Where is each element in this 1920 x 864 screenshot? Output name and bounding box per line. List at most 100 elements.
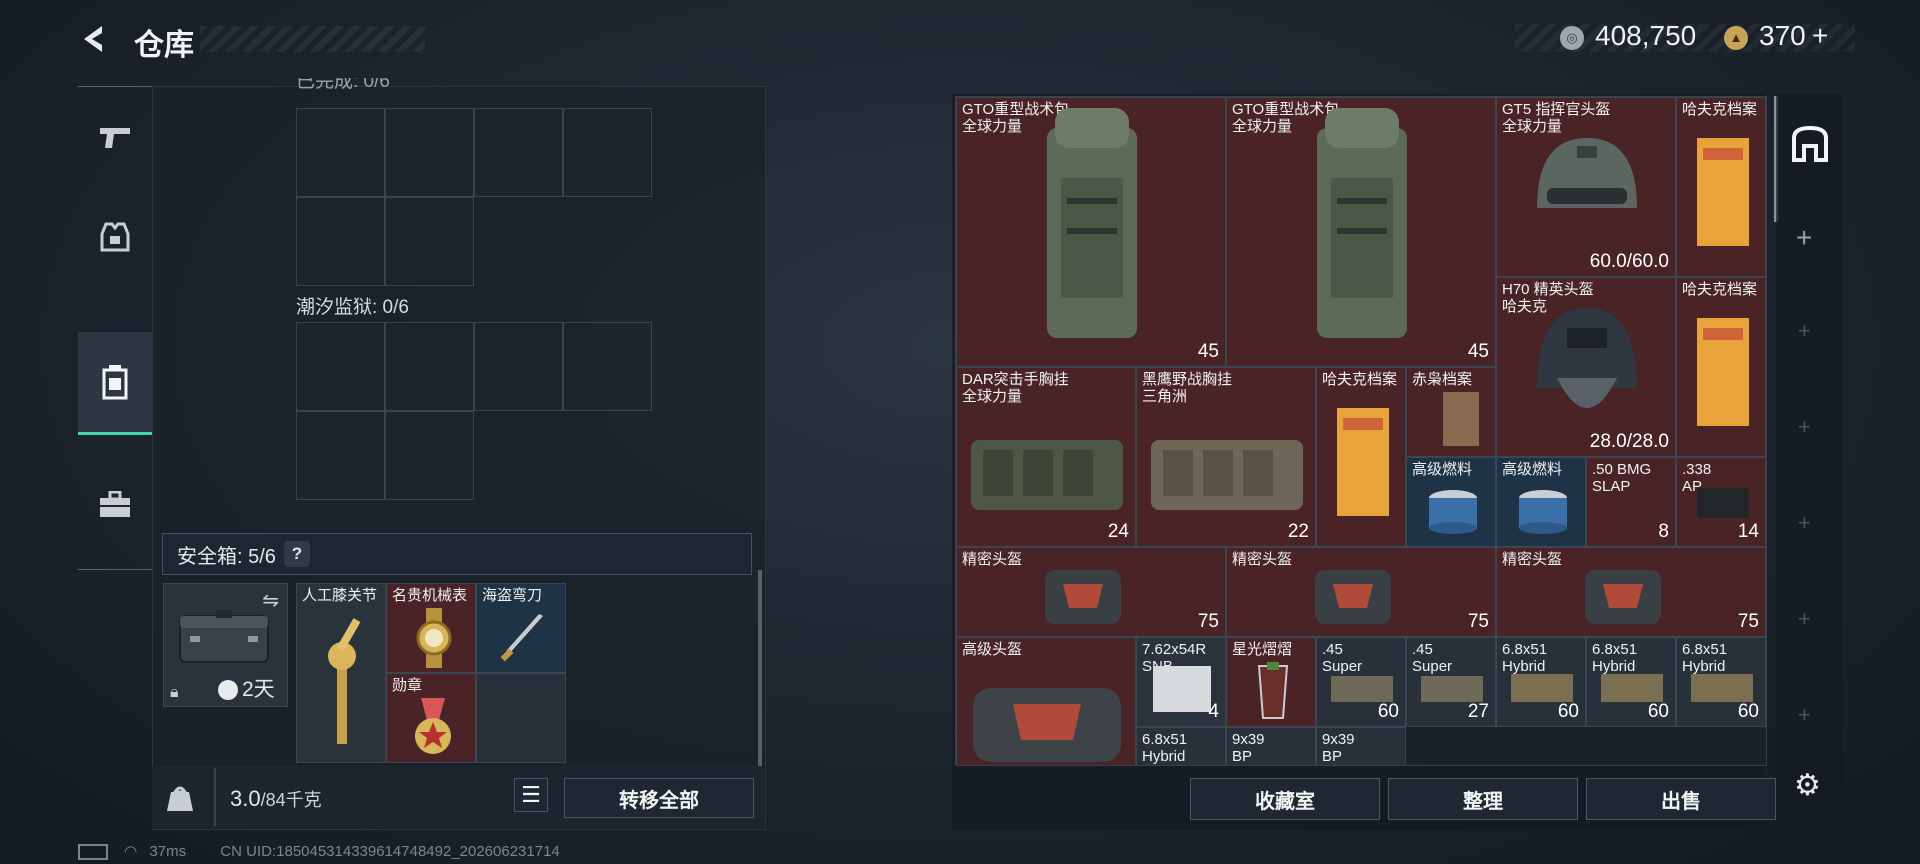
item-count: 60 xyxy=(1737,701,1759,722)
organize-button[interactable]: 整理 xyxy=(1388,778,1578,820)
item-count: 14 xyxy=(1737,521,1759,542)
container-icon xyxy=(101,364,129,400)
item-haavk-archive[interactable]: 哈夫克档案 xyxy=(1316,367,1406,547)
page-title: 仓库 xyxy=(134,29,194,62)
item-blackhawk-chest-rig[interactable]: 黑鹰野战胸挂 三角洲 22 xyxy=(1136,367,1316,547)
item-name: 精密头盔 xyxy=(1232,551,1293,568)
list-view-button[interactable]: ☰ xyxy=(514,778,548,812)
item-68x51-hybrid[interactable]: 6.8x51 Hybrid 60 xyxy=(1586,637,1676,727)
add-page-icon[interactable]: + xyxy=(1796,222,1812,254)
settings-gear-icon[interactable]: ⚙ xyxy=(1794,768,1821,803)
collection-room-button[interactable]: 收藏室 xyxy=(1190,778,1380,820)
item-advanced-fuel[interactable]: 高级燃料 xyxy=(1496,457,1586,547)
briefcase-icon xyxy=(98,491,132,519)
item-name: 人工膝关节 xyxy=(302,587,378,604)
swap-icon[interactable]: ⇋ xyxy=(262,588,279,613)
vest-icon xyxy=(100,220,130,254)
weight-icon xyxy=(166,784,194,812)
ping-text: 37ms xyxy=(149,843,187,860)
item-gto-backpack[interactable]: GTO重型战术包 全球力量 45 xyxy=(956,97,1226,367)
item-count: 60 xyxy=(1647,701,1669,722)
nav-weapons[interactable] xyxy=(78,87,152,187)
item-name: .45 Super xyxy=(1322,641,1363,675)
item-haavk-archive[interactable]: 哈夫克档案 xyxy=(1676,277,1766,457)
list-icon: ☰ xyxy=(521,782,541,807)
nav-case[interactable] xyxy=(78,455,152,555)
weight-value: 3.0 xyxy=(230,786,261,811)
item-name: 哈夫克档案 xyxy=(1682,281,1758,298)
item-advanced-fuel[interactable]: 高级燃料 xyxy=(1406,457,1496,547)
item-9x39-bp[interactable]: 9x39 BP xyxy=(1226,727,1316,765)
divider xyxy=(214,768,216,826)
item-name: 星光熠熠 xyxy=(1232,641,1293,658)
item-name: 名贵机械表 xyxy=(392,587,468,604)
item-9x39-bp[interactable]: 9x39 BP xyxy=(1316,727,1406,765)
item-45-super[interactable]: .45 Super 27 xyxy=(1406,637,1496,727)
item-pirate-sabre[interactable]: 海盗弯刀 xyxy=(476,583,566,673)
empty-page-icon: + xyxy=(1798,318,1811,343)
item-dar-chest-rig[interactable]: DAR突击手胸挂 全球力量 24 xyxy=(956,367,1136,547)
item-name: 黑鹰野战胸挂 三角洲 xyxy=(1142,371,1233,405)
safe-box-header: 安全箱: 5/6 ? xyxy=(162,533,752,575)
item-count: 60 xyxy=(1557,701,1579,722)
storage-grid-top xyxy=(296,108,656,308)
item-count: 27 xyxy=(1467,701,1489,722)
item-68x51-hybrid[interactable]: 6.8x51 Hybrid 60 xyxy=(1676,637,1766,727)
item-68x51-hybrid[interactable]: 6.8x51 Hybrid 60 xyxy=(1496,637,1586,727)
item-gto-backpack[interactable]: GTO重型战术包 全球力量 45 xyxy=(1226,97,1496,367)
durability: 60.0/60.0 xyxy=(1589,251,1669,272)
wifi-icon: ◠ xyxy=(124,843,138,860)
item-name: .45 Super xyxy=(1412,641,1453,675)
item-name: DAR突击手胸挂 全球力量 xyxy=(962,371,1069,405)
back-arrow-icon[interactable] xyxy=(78,22,112,56)
item-precision-helmet[interactable]: 精密头盔 75 xyxy=(956,547,1226,637)
item-name: 精密头盔 xyxy=(1502,551,1563,568)
transfer-all-button[interactable]: 转移全部 xyxy=(564,778,754,818)
item-haavk-archive[interactable]: 哈夫克档案 xyxy=(1676,97,1766,277)
left-scrollbar[interactable] xyxy=(758,570,762,766)
item-68x51-hybrid[interactable]: 6.8x51 Hybrid xyxy=(1136,727,1226,765)
safe-box-label: 安全箱: 5/6 xyxy=(177,545,276,568)
coin-balance: 408,750 xyxy=(1595,20,1697,51)
durability: 28.0/28.0 xyxy=(1589,431,1669,452)
item-artificial-knee[interactable]: 人工膝关节 xyxy=(296,583,386,763)
nav-containers[interactable] xyxy=(78,332,152,435)
item-name: 9x39 BP xyxy=(1232,731,1265,765)
item-luxury-watch[interactable]: 名贵机械表 xyxy=(386,583,476,673)
weight-max: /84千克 xyxy=(260,790,322,810)
add-tokens-button[interactable]: + xyxy=(1812,20,1828,52)
item-name: 9x39 BP xyxy=(1322,731,1355,765)
item-count: 22 xyxy=(1287,521,1309,542)
item-red-owl-archive[interactable]: 赤枭档案 xyxy=(1406,367,1496,457)
token-icon: ▲ xyxy=(1724,26,1748,50)
item-name: 高级头盔 xyxy=(962,641,1023,658)
empty-page-icon: + xyxy=(1798,606,1811,631)
partial-section-label: 已完成: 0/6 xyxy=(296,78,390,92)
item-45-super[interactable]: .45 Super 60 xyxy=(1316,637,1406,727)
stash-home-icon[interactable] xyxy=(1790,124,1830,162)
item-precision-helmet[interactable]: 精密头盔 75 xyxy=(1226,547,1496,637)
item-h70-helmet[interactable]: H70 精英头盔 哈夫克 28.0/28.0 xyxy=(1496,277,1676,457)
empty-slot[interactable] xyxy=(476,673,566,763)
item-gt5-helmet[interactable]: GT5 指挥官头盔 全球力量 60.0/60.0 xyxy=(1496,97,1676,277)
item-name: 6.8x51 Hybrid xyxy=(1142,731,1188,765)
help-button[interactable]: ? xyxy=(283,541,310,567)
tide-prison-grid xyxy=(296,322,656,502)
item-count: 4 xyxy=(1208,701,1219,722)
item-name: 哈夫克档案 xyxy=(1682,101,1758,118)
coin-icon: ◎ xyxy=(1560,26,1584,50)
nav-equipment[interactable] xyxy=(78,187,152,287)
item-precision-helmet[interactable]: 精密头盔 75 xyxy=(1496,547,1766,637)
item-762x54r-snb[interactable]: 7.62x54RSNB 4 xyxy=(1136,637,1226,727)
item-name: 海盗弯刀 xyxy=(482,587,543,604)
item-name: 高级燃料 xyxy=(1502,461,1563,478)
item-medal[interactable]: 勋章 xyxy=(386,673,476,763)
sell-button[interactable]: 出售 xyxy=(1586,778,1776,820)
item-count: 8 xyxy=(1658,521,1669,542)
item-advanced-helmet[interactable]: 高级头盔 xyxy=(956,637,1136,765)
item-starlight-drink[interactable]: 星光熠熠 xyxy=(1226,637,1316,727)
item-50bmg-slap[interactable]: .50 BMG SLAP 8 xyxy=(1586,457,1676,547)
item-338-ap[interactable]: .338 AP 14 xyxy=(1676,457,1766,547)
safe-box-timer: 2天 xyxy=(242,678,275,701)
safe-box-case[interactable]: ⇋ 🔒︎ 2天 xyxy=(163,583,288,707)
